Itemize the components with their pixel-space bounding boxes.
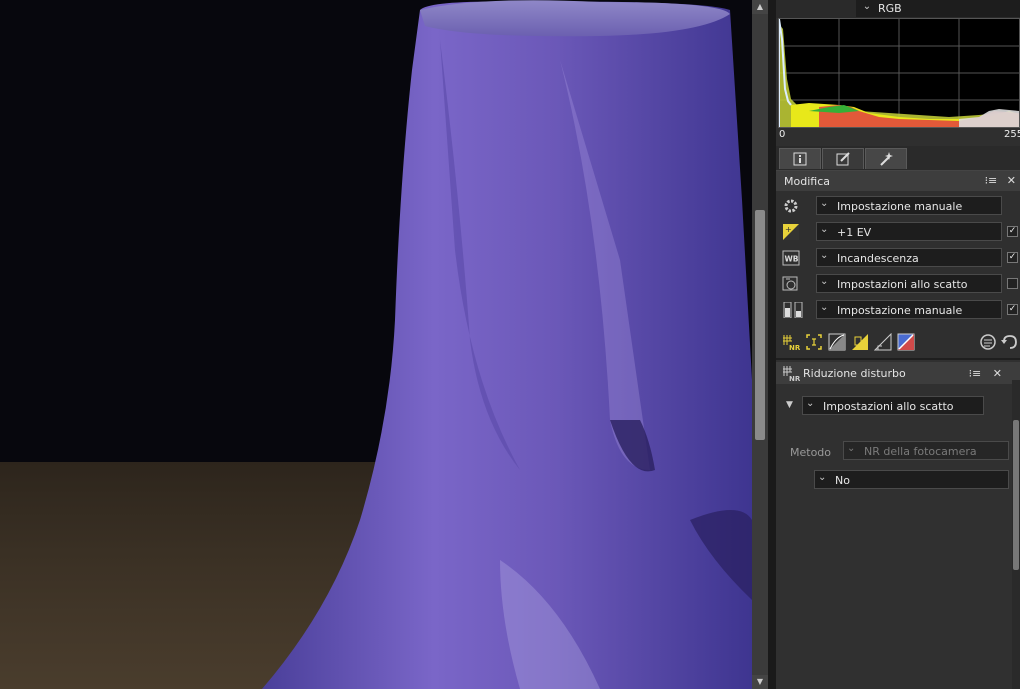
histogram-graph (778, 18, 1019, 127)
histogram-channel-select[interactable]: ⌄ RGB (856, 0, 1020, 17)
histogram-max-label: 255 (1004, 129, 1020, 140)
noise-reduction-header: NR Riduzione disturbo ⁝≡ ✕ (776, 362, 1020, 384)
exposure-icon: + (783, 224, 799, 240)
scroll-thumb[interactable] (1013, 420, 1019, 570)
noise-reduction-icon: NR (783, 366, 800, 382)
right-panel: ⌄ RGB 0 255 Modifica ⁝≡ ✕ ⌄ Impostazione… (776, 0, 1020, 689)
picture-control-checkbox[interactable] (1007, 278, 1018, 289)
edit-icon (836, 152, 850, 166)
mode-select[interactable]: ⌄ Impostazione manuale (816, 196, 1002, 215)
palette-tabs (776, 146, 1020, 171)
tab-edit[interactable] (822, 148, 864, 169)
straighten-icon[interactable] (874, 333, 892, 351)
noise-reduction-panel: NR Riduzione disturbo ⁝≡ ✕ ▼ ⌄ Impostazi… (776, 358, 1020, 689)
distortion-icon[interactable] (897, 333, 915, 351)
levels-select[interactable]: ⌄ Impostazione manuale (816, 300, 1002, 319)
panel-menu-icon[interactable]: ⁝≡ (969, 367, 982, 380)
adjust-row-mode: ⌄ Impostazione manuale (776, 194, 1020, 218)
svg-text:WB: WB (785, 255, 799, 264)
adjust-row-white-balance: WB ⌄ Incandescenza ✓ (776, 246, 1020, 270)
levels-checkbox[interactable]: ✓ (1007, 304, 1018, 315)
svg-text:NR: NR (789, 375, 800, 382)
chevron-down-icon: ⌄ (818, 472, 827, 483)
reset-history-icon[interactable] (979, 333, 997, 351)
svg-text:+: + (785, 225, 792, 234)
chevron-down-icon: ⌄ (847, 443, 856, 454)
scroll-up-icon[interactable]: ▲ (752, 0, 768, 14)
curves-icon[interactable] (828, 333, 846, 351)
collapse-triangle-icon[interactable]: ▼ (786, 400, 793, 410)
noise-reduction-setting-select[interactable]: ⌄ No (814, 470, 1009, 489)
chevron-down-icon: ⌄ (820, 302, 829, 313)
white-balance-checkbox[interactable]: ✓ (1007, 252, 1018, 263)
svg-text:NR: NR (789, 344, 800, 351)
chevron-down-icon: ⌄ (820, 198, 829, 209)
crop-icon[interactable] (805, 333, 823, 351)
chevron-down-icon: ⌄ (806, 398, 815, 409)
noise-reduction-icon[interactable]: NR (782, 333, 800, 351)
wb-icon: WB (782, 250, 800, 266)
noise-reduction-title: Riduzione disturbo (803, 367, 906, 380)
close-icon[interactable]: ✕ (993, 367, 1002, 380)
color-adjust-icon[interactable] (851, 333, 869, 351)
viewer-scrollbar[interactable]: ▲ ▼ (752, 0, 768, 689)
chevron-down-icon: ⌄ (820, 224, 829, 235)
histogram-header: ⌄ RGB (776, 0, 1020, 18)
panel-menu-icon[interactable]: ⁝≡ (985, 174, 998, 187)
adjust-row-exposure: + ⌄ +1 EV ✓ (776, 220, 1020, 244)
gear-icon (784, 199, 798, 213)
photo-stump (262, 0, 752, 689)
exposure-checkbox[interactable]: ✓ (1007, 226, 1018, 237)
chevron-down-icon: ⌄ (820, 276, 829, 287)
chevron-down-icon: ⌄ (820, 250, 829, 261)
adjust-row-picture-control: ⌄ Impostazioni allo scatto (776, 272, 1020, 296)
magic-wand-icon (880, 152, 893, 166)
modifica-header: Modifica ⁝≡ ✕ (776, 171, 1020, 191)
method-select[interactable]: ⌄ NR della fotocamera (843, 441, 1009, 460)
method-label: Metodo (790, 446, 832, 459)
scroll-thumb[interactable] (755, 210, 765, 440)
histogram (778, 18, 1020, 128)
undo-icon[interactable] (1000, 333, 1018, 351)
tab-effects[interactable] (865, 148, 907, 169)
picture-control-select[interactable]: ⌄ Impostazioni allo scatto (816, 274, 1002, 293)
close-icon[interactable]: ✕ (1007, 174, 1016, 187)
modifica-title: Modifica (784, 175, 830, 188)
noise-reduction-scrollbar[interactable] (1012, 380, 1020, 689)
white-balance-select[interactable]: ⌄ Incandescenza (816, 248, 1002, 267)
noise-reduction-preset-select[interactable]: ⌄ Impostazioni allo scatto (802, 396, 984, 415)
tab-info[interactable] (779, 148, 821, 169)
scroll-down-icon[interactable]: ▼ (752, 675, 768, 689)
picture-control-icon (782, 276, 798, 291)
panel-divider[interactable] (768, 0, 776, 689)
adjustment-toolbar: NR (776, 328, 1020, 356)
exposure-select[interactable]: ⌄ +1 EV (816, 222, 1002, 241)
chevron-down-icon: ⌄ (862, 1, 872, 12)
levels-icon (783, 302, 803, 318)
histogram-min-label: 0 (779, 129, 786, 140)
info-icon (793, 152, 807, 166)
image-viewer[interactable] (0, 0, 752, 689)
adjust-row-levels: ⌄ Impostazione manuale ✓ (776, 298, 1020, 322)
